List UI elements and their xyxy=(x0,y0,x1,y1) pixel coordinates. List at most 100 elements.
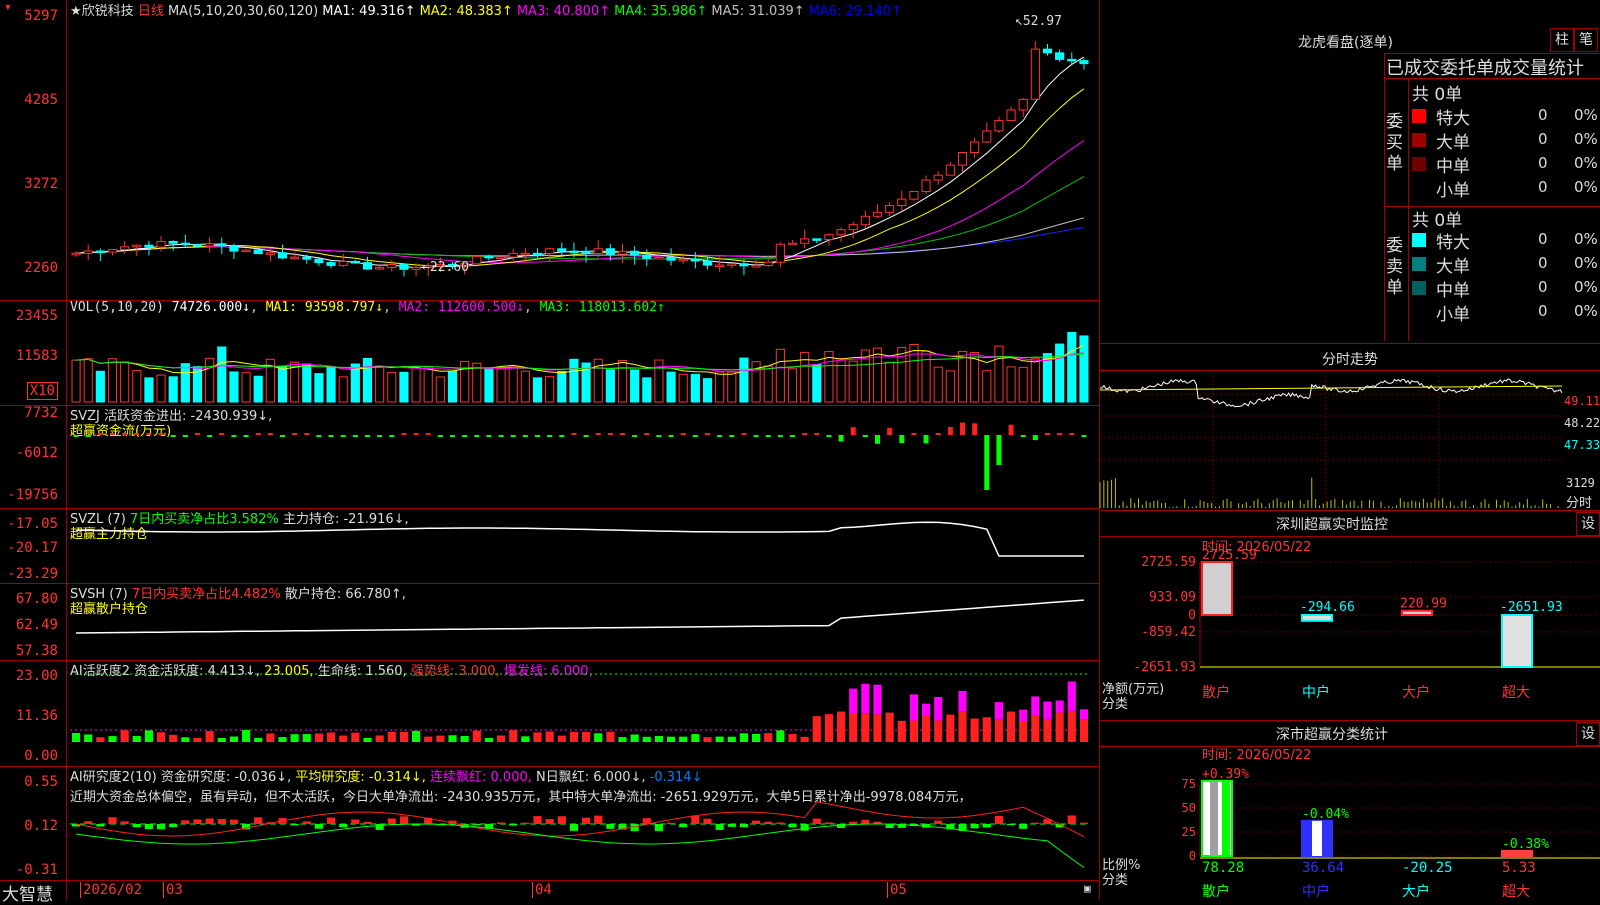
intraday-chart[interactable] xyxy=(1099,372,1563,509)
candle-body xyxy=(1042,48,1053,54)
research-bar xyxy=(764,821,773,824)
research-bar xyxy=(339,824,348,828)
classify-title: 深市超赢分类统计 xyxy=(1276,727,1388,743)
candle-body xyxy=(654,256,664,260)
flow-bar xyxy=(692,435,698,437)
classify-top-label: +0.39% xyxy=(1202,767,1249,782)
volume-bar xyxy=(375,365,385,403)
ma-params[interactable]: MA(5,10,20,30,60,120) xyxy=(168,4,318,19)
volume-chart[interactable] xyxy=(70,318,1100,403)
candle-body xyxy=(1079,60,1089,65)
research-bar xyxy=(1067,815,1076,824)
flow-bar xyxy=(158,433,164,435)
fund-flow-chart[interactable] xyxy=(70,407,1100,507)
order-swatch xyxy=(1412,305,1426,319)
buy-side-label: 委买单 xyxy=(1386,112,1403,174)
activity-bar-peak xyxy=(994,702,1003,720)
flow-bar xyxy=(741,433,747,435)
flow-bar xyxy=(656,435,662,437)
classify-settings-button[interactable]: 设 xyxy=(1576,722,1600,746)
classify-tick: 50 xyxy=(1182,801,1196,815)
activity-bar xyxy=(387,731,396,742)
order-type-label: 小单 xyxy=(1436,305,1470,325)
activity-bar xyxy=(363,737,372,742)
activity-bar xyxy=(1031,715,1040,742)
activity-bar xyxy=(764,733,773,742)
order-swatch xyxy=(1412,257,1426,271)
flow-bar xyxy=(219,433,225,435)
monitor-ylabel: 净额(万元) 分类 xyxy=(1102,682,1165,712)
flow-bar xyxy=(425,433,431,435)
flow-bar xyxy=(401,433,407,435)
activity-bar xyxy=(72,732,81,742)
research-bar xyxy=(557,816,566,824)
flow-bar xyxy=(207,435,213,437)
research-bar xyxy=(824,822,833,824)
order-type-label: 小单 xyxy=(1436,181,1470,201)
research-bar xyxy=(120,821,129,824)
research-line xyxy=(75,801,1085,838)
order-stats-tab[interactable]: 已成交委托单成交量统计 xyxy=(1386,54,1584,80)
flow-bar xyxy=(717,435,723,437)
flow-bar xyxy=(814,433,820,435)
candle-body xyxy=(83,250,93,254)
flow-bar xyxy=(826,435,832,437)
flow-bar xyxy=(1069,433,1075,435)
research-chart[interactable] xyxy=(70,801,1100,880)
candle-body xyxy=(290,256,300,260)
bar-mode-button[interactable]: 柱 xyxy=(1550,28,1574,52)
research-bar xyxy=(132,824,141,828)
flow-bar xyxy=(1020,435,1026,437)
monitor-settings-button[interactable]: 设 xyxy=(1576,512,1600,536)
activity-bar xyxy=(873,714,882,742)
date-tick: 03 xyxy=(163,882,183,898)
stock-name[interactable]: 欣锐科技 xyxy=(82,4,134,19)
volume-bar xyxy=(71,359,81,403)
activity-bar xyxy=(229,736,238,742)
flow-bar xyxy=(292,433,298,435)
net-amount-chart[interactable]: 2725.59 933.09 0 -859.42 -2651.93 2725.59 散户 -2… xyxy=(1100,548,1600,732)
activity-bar xyxy=(812,716,821,742)
activity-bar xyxy=(654,735,663,742)
monitor-bar-value: 220.99 xyxy=(1400,597,1447,612)
order-swatch xyxy=(1412,109,1426,123)
classify-category: 大户 xyxy=(1402,883,1430,900)
flow-bar xyxy=(522,435,528,437)
activity-chart[interactable] xyxy=(70,673,1100,764)
tick-mode-button[interactable]: 笔 xyxy=(1574,28,1598,52)
research-bar xyxy=(752,820,761,824)
ratio-chart[interactable]: 75 50 25 0 +0.39% 78.28 散户 -0.04% 36.64 中户 -20.25 大… xyxy=(1100,760,1600,900)
candle-body xyxy=(836,229,846,236)
order-type-label: 中单 xyxy=(1436,157,1470,177)
order-percent: 0% xyxy=(1574,230,1598,248)
order-percent: 0% xyxy=(1574,154,1598,172)
monitor-tick: -2651.93 xyxy=(1133,660,1196,675)
activity-bar xyxy=(424,736,433,742)
activity-bar xyxy=(157,732,166,742)
order-count: 0 xyxy=(1538,154,1548,172)
flow-bar xyxy=(1081,435,1087,437)
classify-bar-segment xyxy=(1222,780,1230,856)
lock-icon[interactable]: ▣ xyxy=(1084,882,1091,895)
volume-bar xyxy=(715,371,725,403)
activity-bar xyxy=(970,718,979,742)
volume-bar xyxy=(1018,366,1028,403)
activity-bar xyxy=(727,736,736,742)
low-annotation: ←22.60 xyxy=(422,260,469,275)
svzj-axis: 7732 -6012 -19756 xyxy=(7,405,58,503)
main-holding-chart[interactable] xyxy=(70,508,1100,583)
favorite-star-icon[interactable]: ★ xyxy=(70,4,82,19)
volume-bar xyxy=(678,373,688,403)
activity-bar xyxy=(557,735,566,742)
volume-bar xyxy=(605,369,615,403)
monitor-title: 深圳超赢实时监控 xyxy=(1276,517,1388,533)
volume-bar xyxy=(848,360,858,403)
activity-bar-peak xyxy=(1079,709,1088,720)
activity-bar xyxy=(922,715,931,742)
candle-body xyxy=(702,260,713,266)
research-bar xyxy=(399,816,408,824)
retail-holding-chart[interactable] xyxy=(70,583,1100,660)
candlestick-chart[interactable] xyxy=(70,18,1100,298)
research-bar xyxy=(254,817,263,824)
period-label[interactable]: 日线 xyxy=(138,4,164,19)
